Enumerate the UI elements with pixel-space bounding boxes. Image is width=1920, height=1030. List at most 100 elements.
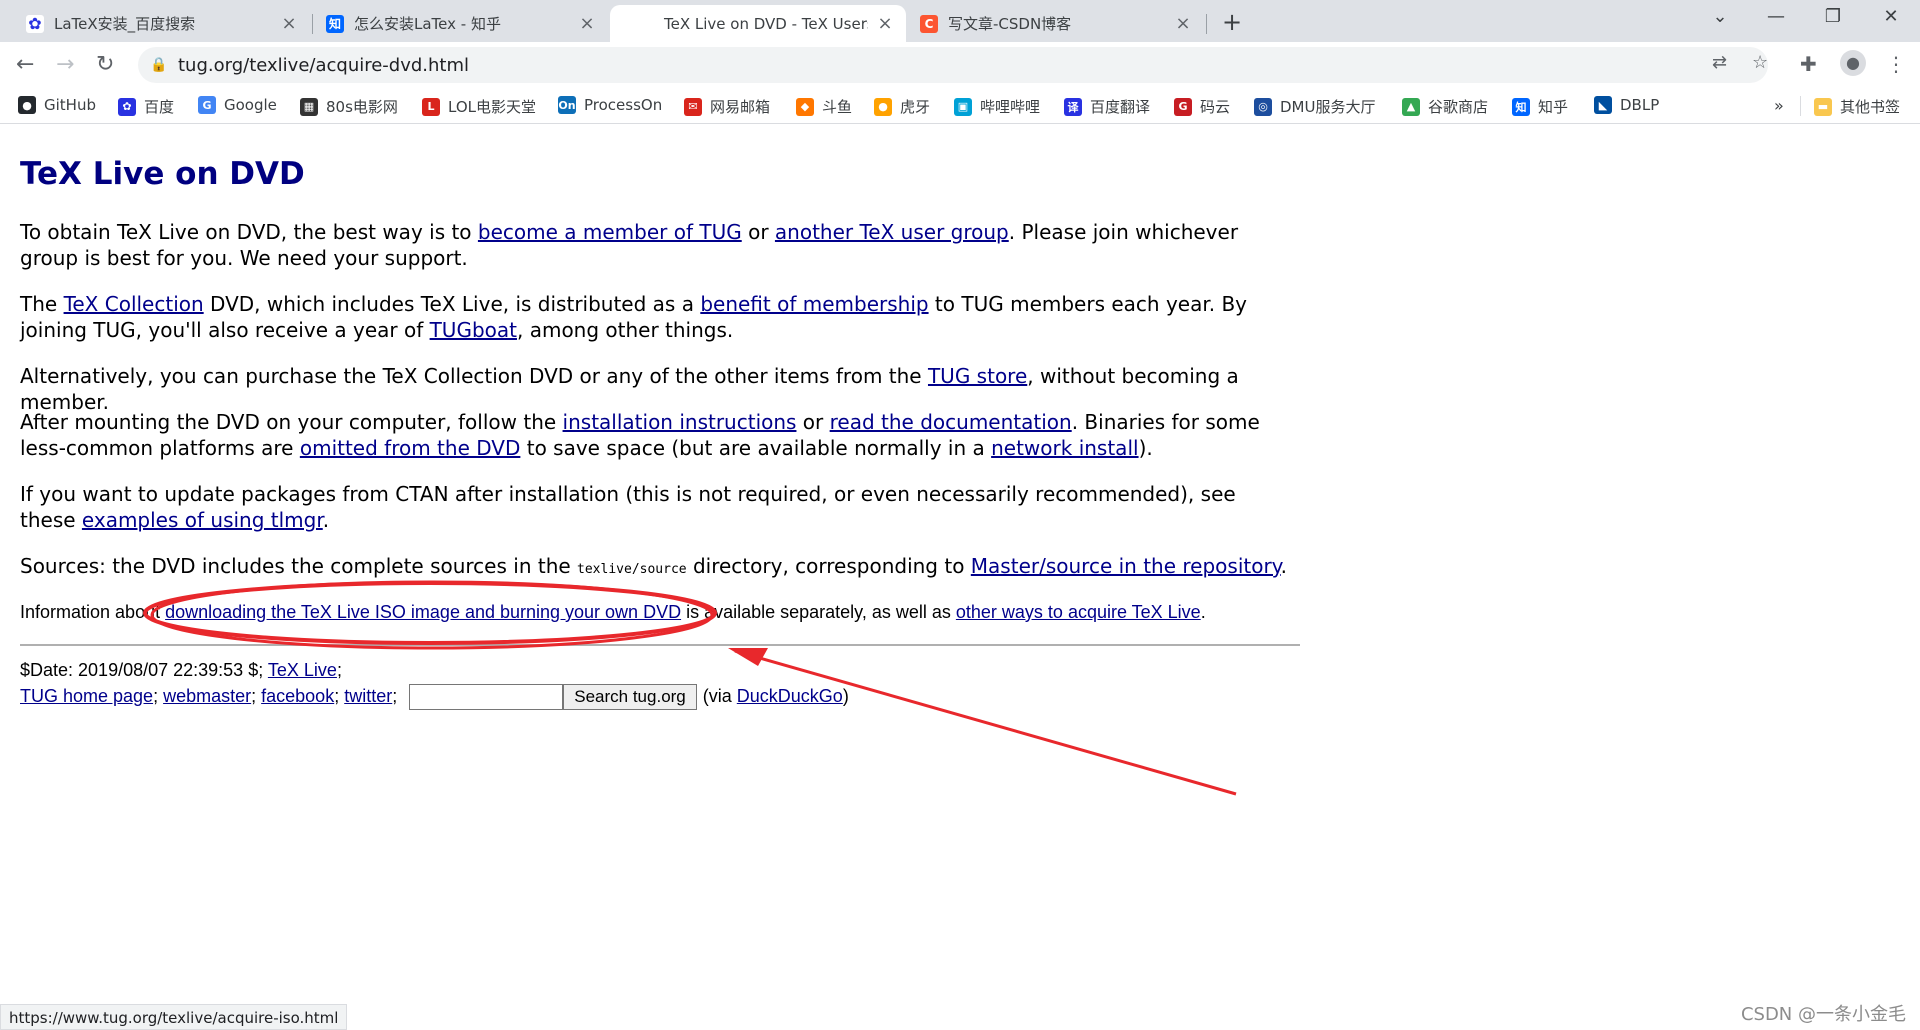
bookmark-dmu[interactable]: ◎ DMU服务大厅 bbox=[1254, 96, 1375, 117]
text: ; bbox=[392, 685, 398, 706]
bookmark-label: 知乎 bbox=[1538, 98, 1569, 116]
window-close-icon[interactable]: ✕ bbox=[1876, 6, 1906, 27]
link-network-install[interactable]: network install bbox=[991, 436, 1138, 460]
link-tex-collection[interactable]: TeX Collection bbox=[64, 292, 204, 316]
text: . bbox=[1280, 554, 1288, 578]
forward-arrow-icon[interactable]: → bbox=[56, 52, 74, 77]
text: . bbox=[1200, 602, 1206, 622]
translate-icon[interactable]: ⇄ bbox=[1712, 52, 1727, 73]
bookmark-google-store[interactable]: ▲ 谷歌商店 bbox=[1402, 96, 1488, 117]
link-benefit-of-membership[interactable]: benefit of membership bbox=[700, 292, 928, 316]
bookmark-other[interactable]: ▬ 其他书签 bbox=[1814, 96, 1900, 117]
text: ; bbox=[334, 685, 345, 706]
baidu-translate-icon: 译 bbox=[1064, 97, 1082, 116]
text: The bbox=[20, 292, 64, 316]
close-icon[interactable]: × bbox=[578, 13, 596, 34]
link-omitted-from-dvd[interactable]: omitted from the DVD bbox=[300, 436, 521, 460]
github-icon: ● bbox=[18, 96, 36, 114]
reload-icon[interactable]: ↻ bbox=[96, 52, 114, 77]
bookmark-github[interactable]: ● GitHub bbox=[18, 96, 96, 114]
folder-icon: ▬ bbox=[1814, 97, 1832, 116]
link-other-ways[interactable]: other ways to acquire TeX Live bbox=[956, 602, 1201, 622]
link-installation-instructions[interactable]: installation instructions bbox=[563, 410, 797, 434]
link-tugboat[interactable]: TUGboat bbox=[430, 318, 517, 342]
horizontal-rule bbox=[20, 644, 1300, 646]
bookmark-label: 码云 bbox=[1200, 98, 1231, 116]
profile-avatar-icon[interactable]: ● bbox=[1840, 50, 1866, 76]
bookmark-80s[interactable]: ▦ 80s电影网 bbox=[300, 96, 398, 117]
search-button[interactable]: Search tug.org bbox=[563, 684, 697, 710]
bookmark-gitee[interactable]: G 码云 bbox=[1174, 96, 1230, 117]
bookmark-label: 百度 bbox=[144, 98, 175, 116]
bookmark-google[interactable]: G Google bbox=[198, 96, 277, 114]
bookmark-label: 哔哩哔哩 bbox=[980, 98, 1041, 116]
bookmark-163-mail[interactable]: ✉ 网易邮箱 bbox=[684, 96, 770, 117]
link-tug-store[interactable]: TUG store bbox=[928, 364, 1027, 388]
bookmark-douyu[interactable]: ◆ 斗鱼 bbox=[796, 96, 852, 117]
bookmark-label: GitHub bbox=[44, 96, 96, 114]
extensions-puzzle-icon[interactable]: ✚ bbox=[1800, 52, 1817, 76]
link-another-user-group[interactable]: another TeX user group bbox=[775, 220, 1009, 244]
back-arrow-icon[interactable]: ← bbox=[16, 52, 34, 77]
link-tug-home[interactable]: TUG home page bbox=[20, 686, 153, 706]
paragraph-sources: Sources: the DVD includes the complete s… bbox=[20, 553, 1290, 583]
paragraph-mounting: After mounting the DVD on your computer,… bbox=[20, 409, 1290, 461]
bookmark-star-icon[interactable]: ☆ bbox=[1752, 52, 1768, 73]
text: to save space (but are available normall… bbox=[520, 436, 992, 460]
tab-title: TeX Live on DVD - TeX Users G bbox=[664, 14, 868, 33]
tab-tex-live-dvd[interactable]: TeX Live on DVD - TeX Users G × bbox=[610, 5, 906, 42]
link-master-source[interactable]: Master/source in the repository bbox=[971, 554, 1281, 578]
text: After mounting the DVD on your computer,… bbox=[20, 410, 563, 434]
close-icon[interactable]: × bbox=[280, 13, 298, 34]
search-input[interactable] bbox=[409, 684, 564, 710]
close-icon[interactable]: × bbox=[876, 13, 894, 34]
bookmark-label: DMU服务大厅 bbox=[1280, 98, 1376, 116]
lock-icon[interactable]: 🔒 bbox=[150, 57, 167, 73]
link-duckduckgo[interactable]: DuckDuckGo bbox=[737, 686, 843, 706]
footer-links-line: TUG home page; webmaster; facebook; twit… bbox=[20, 684, 849, 710]
bookmarks-overflow-chevron[interactable]: » bbox=[1774, 96, 1784, 115]
link-twitter[interactable]: twitter bbox=[344, 686, 392, 706]
link-become-member[interactable]: become a member of TUG bbox=[478, 220, 742, 244]
url-text[interactable]: tug.org/texlive/acquire-dvd.html bbox=[178, 55, 469, 76]
link-texlive[interactable]: TeX Live bbox=[268, 660, 337, 680]
link-facebook[interactable]: facebook bbox=[261, 686, 334, 706]
bookmark-processon[interactable]: On ProcessOn bbox=[558, 96, 662, 114]
bookmark-label: Google bbox=[224, 96, 277, 114]
link-examples-tlmgr[interactable]: examples of using tlmgr bbox=[82, 508, 323, 532]
text: ). bbox=[1138, 436, 1153, 460]
text: ; bbox=[251, 685, 262, 706]
dmu-emblem-icon: ◎ bbox=[1254, 97, 1272, 116]
clapperboard-icon: ▦ bbox=[300, 97, 318, 116]
huya-icon: ● bbox=[874, 97, 892, 116]
bilibili-tv-icon: ▣ bbox=[954, 97, 972, 116]
tab-search-chevron-icon[interactable]: ⌄ bbox=[1705, 6, 1735, 27]
link-webmaster[interactable]: webmaster bbox=[163, 686, 251, 706]
text: is available separately, as well as bbox=[681, 602, 956, 622]
watermark: CSDN @一条小金毛 bbox=[1740, 1004, 1906, 1025]
tab-csdn[interactable]: C 写文章-CSDN博客 × bbox=[908, 5, 1204, 42]
bookmark-label: 百度翻译 bbox=[1090, 98, 1151, 116]
bookmark-label: 虎牙 bbox=[900, 98, 931, 116]
maximize-icon[interactable]: ❐ bbox=[1818, 6, 1848, 27]
code-path: texlive/source bbox=[577, 562, 687, 577]
minimize-icon[interactable]: — bbox=[1761, 6, 1791, 27]
link-read-documentation[interactable]: read the documentation bbox=[830, 410, 1072, 434]
close-icon[interactable]: × bbox=[1174, 13, 1192, 34]
text: . bbox=[322, 508, 330, 532]
bookmark-baidu[interactable]: ✿ 百度 bbox=[118, 96, 174, 117]
bookmark-bilibili[interactable]: ▣ 哔哩哔哩 bbox=[954, 96, 1040, 117]
bookmark-huya[interactable]: ● 虎牙 bbox=[874, 96, 930, 117]
tab-separator bbox=[1206, 14, 1207, 34]
bookmark-label: ProcessOn bbox=[584, 96, 663, 114]
menu-kebab-icon[interactable]: ⋮ bbox=[1886, 52, 1906, 76]
bookmark-lol[interactable]: L LOL电影天堂 bbox=[422, 96, 536, 117]
tab-zhihu[interactable]: 知 怎么安装LaTex - 知乎 × bbox=[314, 5, 608, 42]
new-tab-plus-icon[interactable]: + bbox=[1222, 8, 1242, 36]
bookmark-baidu-translate[interactable]: 译百度翻译 bbox=[1064, 96, 1150, 117]
bookmark-dblp[interactable]: ◣ DBLP bbox=[1594, 96, 1659, 114]
browser-toolbar: ← → ↻ 🔒 tug.org/texlive/acquire-dvd.html… bbox=[0, 42, 1920, 88]
link-download-iso[interactable]: downloading the TeX Live ISO image and b… bbox=[165, 602, 681, 622]
tab-baidu-search[interactable]: ✿ LaTeX安装_百度搜索 × bbox=[14, 5, 310, 42]
bookmark-zhihu[interactable]: 知知乎 bbox=[1512, 96, 1568, 117]
